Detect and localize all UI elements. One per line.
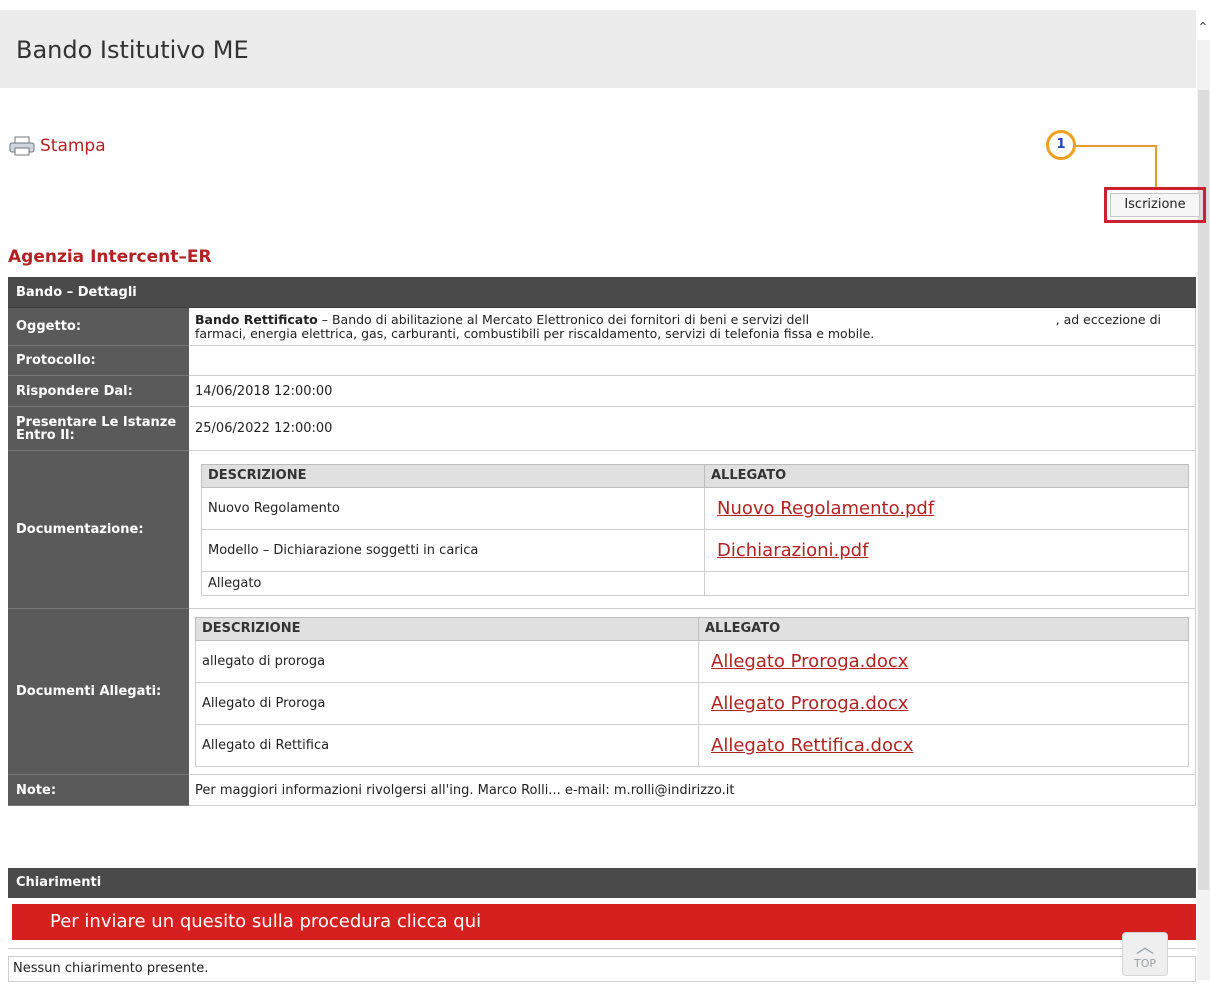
table-row-desc: Allegato di Rettifica xyxy=(195,723,699,767)
table-row-desc: Nuovo Regolamento xyxy=(201,486,705,530)
oggetto-line1: – Bando di abilitazione al Mercato Elett… xyxy=(317,311,810,327)
table-row-desc: allegato di proroga xyxy=(195,639,699,683)
callout-line xyxy=(1076,145,1156,147)
table-row-desc: Allegato xyxy=(201,570,705,596)
col-allegato: ALLEGATO xyxy=(704,463,1189,488)
label-presentare: Presentare Le Istanze Entro Il: xyxy=(8,406,189,451)
back-to-top-button[interactable]: ︿ TOP xyxy=(1122,932,1168,976)
col-descrizione: DESCRIZIONE xyxy=(195,616,699,641)
attachment-link xyxy=(704,570,1189,596)
documentazione-table: DESCRIZIONE ALLEGATO Nuovo Regolamento N… xyxy=(201,463,1189,596)
print-label: Stampa xyxy=(40,136,106,156)
attachment-link[interactable]: Allegato Proroga.docx xyxy=(698,639,1189,683)
chevron-up-icon: ︿ xyxy=(1136,937,1154,958)
label-protocollo: Protocollo: xyxy=(8,345,189,376)
rispondere-value: 14/06/2018 12:00:00 xyxy=(189,375,1196,407)
callout-line xyxy=(1155,145,1157,187)
details-header: Bando – Dettagli xyxy=(8,277,1196,308)
oggetto-bold: Bando Rettificato xyxy=(195,311,318,327)
presentare-value: 25/06/2022 12:00:00 xyxy=(189,406,1196,451)
no-clarifications-text: Nessun chiarimento presente. xyxy=(8,956,1196,982)
divider xyxy=(8,948,1196,949)
label-oggetto: Oggetto: xyxy=(8,307,189,346)
attachment-link[interactable]: Allegato Rettifica.docx xyxy=(698,723,1189,767)
iscrizione-button[interactable]: Iscrizione xyxy=(1110,193,1200,217)
chiarimenti-header: Chiarimenti xyxy=(8,868,1196,898)
scroll-up-arrow-icon[interactable]: ⌃ xyxy=(1196,20,1210,40)
oggetto-value: Bando Rettificato – Bando di abilitazion… xyxy=(189,307,1196,346)
print-link[interactable]: Stampa xyxy=(8,136,106,156)
oggetto-line2: farmaci, energia elettrica, gas, carbura… xyxy=(195,325,875,341)
oggetto-line1-end: , ad eccezione di xyxy=(1055,311,1161,327)
page-header: Bando Istitutivo ME xyxy=(0,10,1196,88)
top-label: TOP xyxy=(1133,957,1156,970)
attachment-link[interactable]: Nuovo Regolamento.pdf xyxy=(704,486,1189,530)
label-documenti-allegati: Documenti Allegati: xyxy=(8,608,189,775)
protocollo-value xyxy=(189,345,1196,376)
table-row-desc: Modello – Dichiarazione soggetti in cari… xyxy=(201,528,705,572)
table-row-desc: Allegato di Proroga xyxy=(195,681,699,725)
label-rispondere: Rispondere Dal: xyxy=(8,375,189,407)
label-documentazione: Documentazione: xyxy=(8,450,189,609)
col-descrizione: DESCRIZIONE xyxy=(201,463,705,488)
page-title: Bando Istitutivo ME xyxy=(16,36,249,64)
printer-icon xyxy=(9,136,35,156)
details-table: Bando – Dettagli Oggetto: Bando Rettific… xyxy=(8,277,1196,806)
attachment-link[interactable]: Dichiarazioni.pdf xyxy=(704,528,1189,572)
allegati-table: DESCRIZIONE ALLEGATO allegato di proroga… xyxy=(195,616,1189,767)
agency-name: Agenzia Intercent–ER xyxy=(8,247,212,267)
attachment-link[interactable]: Allegato Proroga.docx xyxy=(698,681,1189,725)
scrollbar[interactable] xyxy=(1197,40,1210,980)
note-value: Per maggiori informazioni rivolgersi all… xyxy=(189,774,1196,806)
label-note: Note: xyxy=(8,774,189,806)
col-allegato: ALLEGATO xyxy=(698,616,1189,641)
callout-badge: 1 xyxy=(1046,130,1076,160)
send-question-button[interactable]: Per inviare un quesito sulla procedura c… xyxy=(12,904,1196,940)
